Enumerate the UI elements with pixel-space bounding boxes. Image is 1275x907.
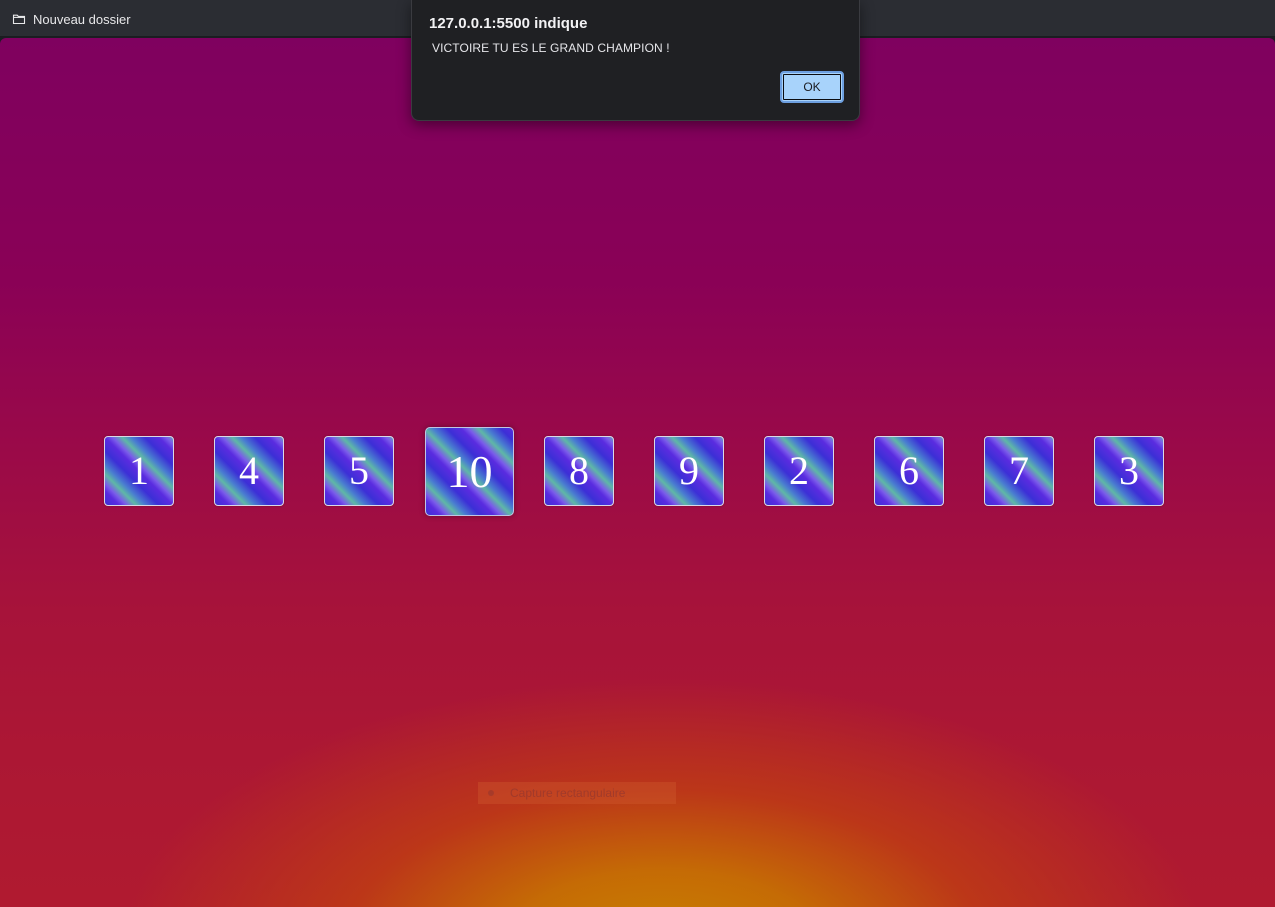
- alert-message: VICTOIRE TU ES LE GRAND CHAMPION !: [432, 41, 670, 55]
- alert-dialog: 127.0.0.1:5500 indique VICTOIRE TU ES LE…: [411, 0, 860, 121]
- snip-mode-icon: [486, 788, 496, 798]
- bookmark-label: Nouveau dossier: [33, 11, 131, 27]
- tile[interactable]: 5: [324, 436, 394, 506]
- tile[interactable]: 4: [214, 436, 284, 506]
- tile[interactable]: 1: [104, 436, 174, 506]
- tiles-row: 1 4 5 10 8 9 2 6 7 3: [0, 38, 1275, 907]
- tile[interactable]: 6: [874, 436, 944, 506]
- tile[interactable]: 2: [764, 436, 834, 506]
- tile[interactable]: 9: [654, 436, 724, 506]
- bookmark-folder-nouveau-dossier[interactable]: Nouveau dossier: [8, 9, 135, 29]
- tile-highlighted[interactable]: 10: [425, 427, 514, 516]
- alert-title: 127.0.0.1:5500 indique: [429, 15, 588, 32]
- tile[interactable]: 7: [984, 436, 1054, 506]
- folder-icon: [12, 12, 26, 26]
- snip-tooltip: Capture rectangulaire: [478, 782, 676, 804]
- snip-tooltip-label: Capture rectangulaire: [510, 786, 626, 800]
- ok-button[interactable]: OK: [780, 71, 844, 103]
- tile[interactable]: 8: [544, 436, 614, 506]
- tile[interactable]: 3: [1094, 436, 1164, 506]
- game-page: 1 4 5 10 8 9 2 6 7 3 Capture rectangulai…: [0, 38, 1275, 907]
